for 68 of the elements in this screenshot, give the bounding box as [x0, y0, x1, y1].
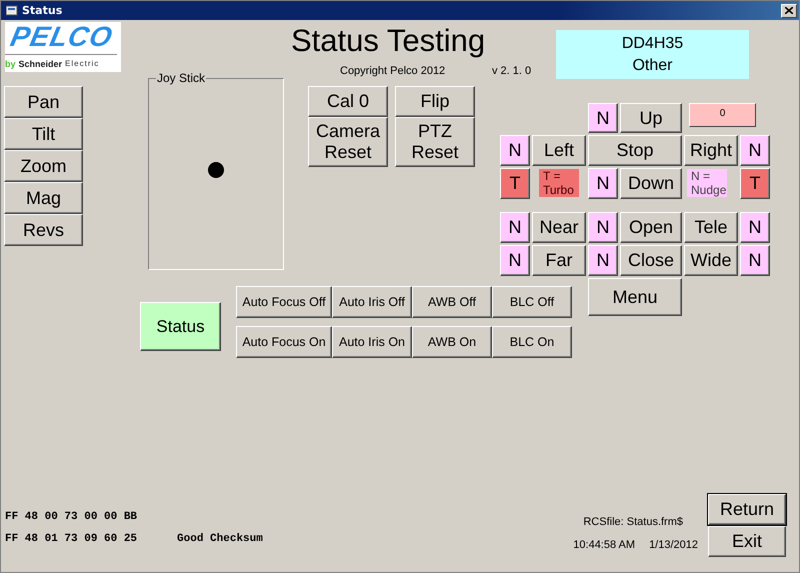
model-text: DD4H35 — [622, 34, 684, 52]
logo-wordmark: PELCO — [6, 22, 116, 52]
nudge-button[interactable]: N — [740, 212, 770, 243]
logo-tagline: Electric — [65, 59, 100, 69]
camera-button[interactable]: Auto Iris Off — [332, 286, 412, 318]
nudge-button[interactable]: N — [588, 168, 618, 199]
nudge-legend: N = Nudge — [687, 169, 727, 197]
pad-button[interactable]: Far — [532, 245, 586, 276]
axis-button[interactable]: Revs — [4, 214, 83, 246]
pad-button[interactable]: Stop — [588, 135, 682, 166]
setup-button[interactable]: Cal 0 — [308, 86, 388, 117]
pad-button[interactable]: Close — [620, 245, 682, 276]
status-button[interactable]: Status — [140, 302, 221, 351]
hex-line: FF 48 01 73 09 60 25 — [5, 533, 138, 545]
pad-button[interactable]: Down — [620, 168, 682, 199]
window-title: Status — [22, 4, 64, 17]
pad-button[interactable]: Tele — [684, 212, 738, 243]
setup-button[interactable]: Camera Reset — [308, 117, 388, 167]
close-icon — [785, 7, 793, 14]
joystick-label: Joy Stick — [156, 71, 206, 85]
checksum-text: Good Checksum — [177, 533, 263, 545]
window-icon — [6, 5, 18, 16]
camera-button[interactable]: Auto Iris On — [332, 326, 412, 358]
axis-button[interactable]: Pan — [4, 86, 83, 118]
camera-button[interactable]: BLC On — [492, 326, 572, 358]
pad-button[interactable]: Right — [684, 135, 738, 166]
joystick-dot[interactable] — [208, 162, 224, 178]
setup-button[interactable]: Flip — [395, 86, 475, 117]
version-text: v 2. 1. 0 — [492, 65, 532, 77]
axis-button[interactable]: Tilt — [4, 118, 83, 150]
pad-button[interactable]: Up — [620, 103, 682, 133]
close-button[interactable] — [781, 4, 797, 18]
turbo-button[interactable]: T — [500, 168, 530, 199]
pad-button[interactable]: Left — [532, 135, 586, 166]
model-text: Other — [632, 56, 672, 74]
pad-button[interactable]: Menu — [588, 278, 682, 316]
nudge-button[interactable]: N — [500, 212, 530, 243]
dialog-button[interactable]: Exit — [708, 526, 786, 557]
nudge-button[interactable]: N — [588, 245, 618, 276]
pad-button[interactable]: Near — [532, 212, 586, 243]
rcs-file-text: RCSfile: Status.frm$ — [583, 516, 684, 528]
camera-button[interactable]: Auto Focus On — [236, 326, 332, 358]
camera-button[interactable]: AWB Off — [412, 286, 492, 318]
nudge-button[interactable]: N — [740, 245, 770, 276]
axis-button[interactable]: Mag — [4, 182, 83, 214]
turbo-button[interactable]: T — [740, 168, 770, 199]
date-text: 1/13/2012 — [649, 539, 698, 551]
hex-line: FF 48 00 73 00 00 BB — [5, 511, 138, 523]
page-title: Status Testing — [291, 23, 486, 59]
camera-button[interactable]: Auto Focus Off — [236, 286, 332, 318]
logo-tagline: by — [5, 59, 16, 69]
nudge-button[interactable]: N — [500, 135, 530, 166]
nudge-button[interactable]: N — [588, 103, 618, 133]
dialog-button[interactable]: Return — [708, 494, 786, 525]
copyright-text: Copyright Pelco 2012 — [340, 65, 446, 77]
nudge-button[interactable]: N — [740, 135, 770, 166]
time-text: 10:44:58 AM — [573, 539, 636, 551]
turbo-legend: T = Turbo — [539, 169, 579, 197]
camera-button[interactable]: BLC Off — [492, 286, 572, 318]
nudge-button[interactable]: N — [500, 245, 530, 276]
logo-tagline: Schneider — [18, 59, 62, 69]
axis-button[interactable]: Zoom — [4, 150, 83, 182]
setup-button[interactable]: PTZ Reset — [395, 117, 475, 167]
pad-button[interactable]: Wide — [684, 245, 738, 276]
counter-display: 0 — [689, 103, 756, 127]
pad-button[interactable]: Open — [620, 212, 682, 243]
camera-button[interactable]: AWB On — [412, 326, 492, 358]
nudge-button[interactable]: N — [588, 212, 618, 243]
